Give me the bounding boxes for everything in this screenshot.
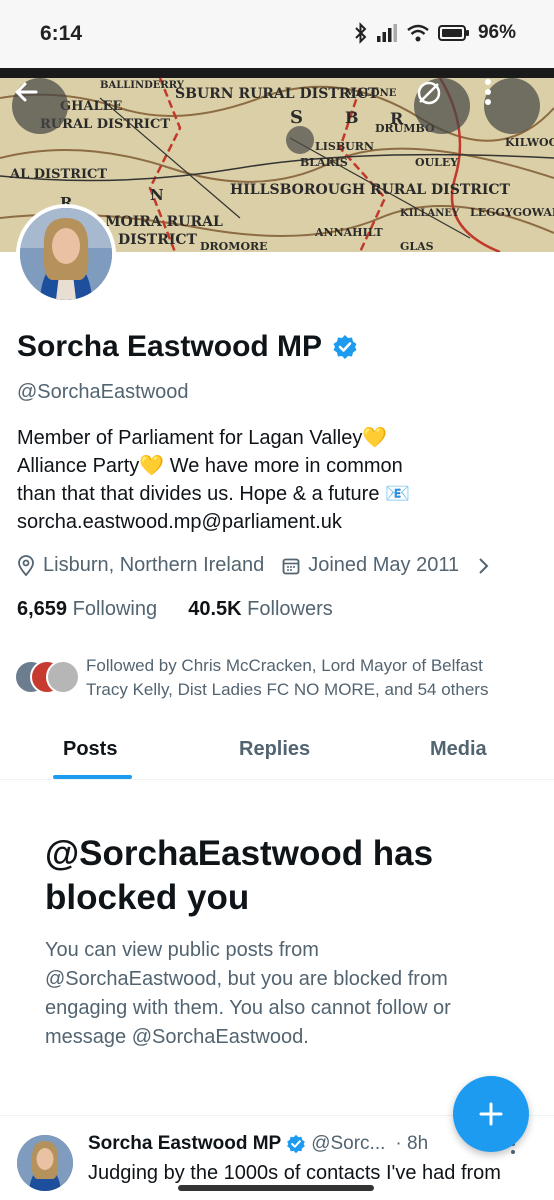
calendar-icon [282,557,300,575]
bluetooth-icon [355,22,367,44]
following-count: 6,659 [17,598,68,620]
svg-text:BLARIS: BLARIS [300,156,348,169]
following-link[interactable]: 6,659 Following [17,598,157,620]
svg-text:LEGGYGOWAN: LEGGYGOWAN [470,206,554,219]
blocked-body: You can view public posts from @SorchaEa… [45,936,515,1052]
blocked-title-line: @SorchaEastwood has [45,834,434,873]
profile-meta: Lisburn, Northern Ireland Joined May 201… [17,554,489,577]
display-name-text: Sorcha Eastwood MP [17,330,323,363]
arrow-left-icon [15,82,38,102]
blocked-title: @SorchaEastwood has blocked you [45,832,515,920]
svg-text:R: R [390,109,404,128]
wifi-icon [407,24,429,42]
post-time: · 8h [395,1133,429,1154]
svg-text:OULEY: OULEY [415,156,458,169]
followed-by-text: Followed by Chris McCracken, Lord Mayor … [86,654,488,702]
location-text: Lisburn, Northern Ireland [43,554,265,576]
status-icons: 96% [354,22,516,44]
more-options-button[interactable] [484,78,540,134]
battery-icon [437,25,469,41]
bio-email-link[interactable]: sorcha.eastwood.mp@parliament.uk [17,508,497,536]
bio-line: Member of Parliament for Lagan Valley💛 [17,427,388,449]
post-author-handle: @Sorc... [311,1133,386,1154]
status-bar: 6:14 96% [0,0,554,68]
display-name: Sorcha Eastwood MP [17,330,358,364]
svg-text:KILWOOD: KILWOOD [505,136,554,149]
blocked-body-line: You can view public posts from [45,939,319,961]
more-vertical-icon [485,79,491,105]
avatar [46,660,80,694]
no-sync-icon [417,81,441,105]
svg-text:DISTRICT: DISTRICT [118,232,198,248]
follower-avatars [14,660,82,696]
back-button[interactable] [12,78,68,134]
svg-text:KILLANEY: KILLANEY [400,208,460,219]
joined-text: Joined May 2011 [308,554,460,576]
svg-text:BALLINDERRY: BALLINDERRY [100,80,185,91]
svg-text:AL DISTRICT: AL DISTRICT [9,167,107,182]
post-author-avatar[interactable] [17,1135,73,1191]
follow-counts: 6,659 Following 40.5K Followers [17,598,333,621]
post-avatar-photo [17,1135,73,1191]
tab-media[interactable]: Media [430,738,487,761]
verified-badge-icon[interactable] [332,334,358,360]
svg-text:DROMORE: DROMORE [200,240,268,252]
following-label: Following [72,598,158,620]
svg-text:N: N [150,186,164,204]
plus-icon [479,1102,503,1126]
svg-text:GHALEE: GHALEE [60,99,123,114]
svg-text:S: S [290,107,303,128]
followers-link[interactable]: 40.5K Followers [188,598,333,620]
active-tab-indicator [53,775,132,779]
no-sync-button[interactable] [414,78,470,134]
tab-replies[interactable]: Replies [239,738,310,761]
profile-tabs: Posts Replies Media [0,718,554,780]
svg-text:B: B [345,108,359,127]
verified-badge-icon [287,1134,306,1154]
blocked-body-line: @SorchaEastwood, but you are blocked fro… [45,968,448,990]
blocked-body-line: message @SorchaEastwood. [45,1026,309,1048]
profile-handle: @SorchaEastwood [17,381,189,403]
battery-percent: 96% [477,22,516,43]
post-text[interactable]: Judging by the 1000s of contacts I've ha… [88,1162,538,1184]
blocked-title-line: blocked you [45,878,250,917]
gesture-bar[interactable] [178,1185,374,1191]
bio-line: Alliance Party💛 We have more in common [17,455,403,477]
svg-text:ANNAHILT: ANNAHILT [314,226,384,239]
post-author-name[interactable]: Sorcha Eastwood MP [88,1133,281,1155]
svg-text:HILLSBOROUGH RURAL DISTRICT: HILLSBOROUGH RURAL DISTRICT [230,182,511,198]
profile-bio: Member of Parliament for Lagan Valley💛 A… [17,424,497,536]
bio-line: than that that divides us. Hope & a futu… [17,483,410,505]
followed-by[interactable]: Followed by Chris McCracken, Lord Mayor … [14,654,488,702]
profile-avatar[interactable] [16,204,116,304]
svg-text:MALONE: MALONE [345,88,397,99]
location-icon [17,554,35,577]
post-header: Sorcha Eastwood MP @Sorc... · 8h [88,1133,428,1155]
followers-count: 40.5K [188,598,242,620]
signal-icon [376,24,397,42]
blocked-body-line: engaging with them. You also cannot foll… [45,997,451,1019]
followers-label: Followers [247,598,333,620]
followed-by-line: Followed by Chris McCracken, Lord Mayor … [86,656,483,675]
svg-text:GLAS: GLAS [400,240,434,252]
tab-posts[interactable]: Posts [63,738,117,761]
compose-post-button[interactable] [453,1076,529,1152]
chevron-right-icon[interactable] [477,557,489,575]
svg-text:LISBURN: LISBURN [315,140,374,153]
svg-text:MOIRA RURAL: MOIRA RURAL [105,214,223,230]
followed-by-line: Tracy Kelly, Dist Ladies FC NO MORE, and… [86,680,489,699]
avatar-photo [20,208,112,300]
status-time: 6:14 [40,22,83,45]
